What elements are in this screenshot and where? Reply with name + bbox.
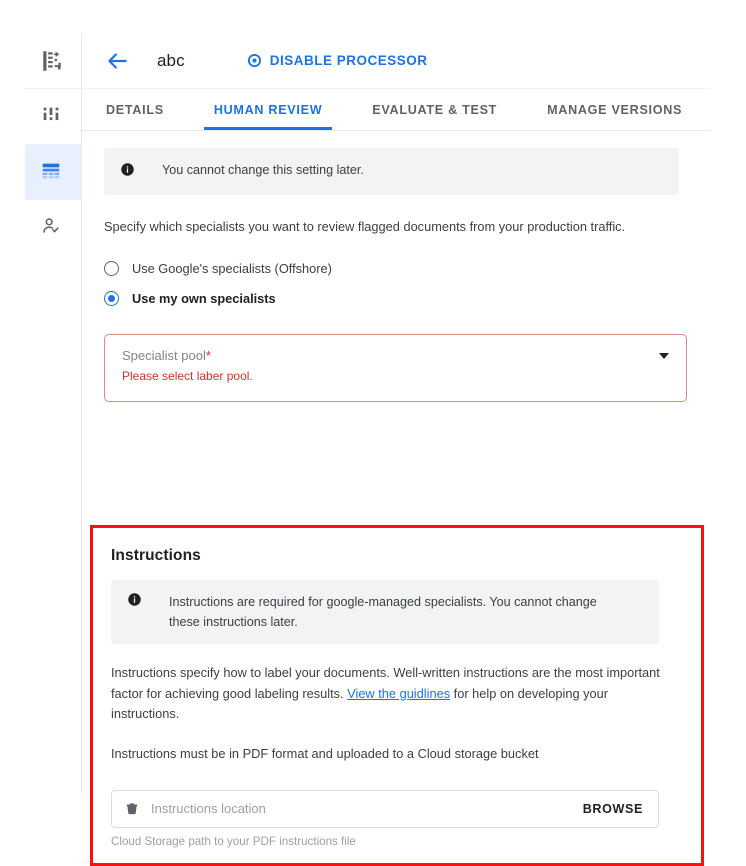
specialist-pool-select[interactable]: Specialist pool* Please select laber poo… (104, 334, 687, 402)
tab-human-review[interactable]: HUMAN REVIEW (203, 89, 333, 130)
instructions-pdf-note: Instructions must be in PDF format and u… (111, 745, 539, 761)
browse-button[interactable]: BROWSE (583, 802, 643, 816)
specialists-radio-group: Use Google's specialists (Offshore) Use … (104, 256, 710, 311)
storage-bucket-icon (124, 801, 140, 817)
specialist-pool-error: Please select laber pool. (122, 369, 253, 383)
content-panel: abc DISABLE PROCESSOR DETAILS HUMAN REVI… (82, 33, 710, 866)
specialist-pool-label-text: Specialist pool (122, 348, 206, 363)
instructions-info-banner: Instructions are required for google-man… (111, 580, 659, 644)
back-arrow-icon[interactable] (104, 48, 130, 74)
dashboard-icon (40, 104, 66, 130)
instructions-location-field[interactable]: Instructions location BROWSE (111, 789, 659, 828)
radio-circle-checked-icon (104, 291, 119, 306)
required-marker: * (205, 348, 211, 363)
specialists-description: Specify which specialists you want to re… (104, 219, 626, 234)
radio-circle-unchecked-icon (104, 261, 119, 276)
instructions-info-text: Instructions are required for google-man… (169, 595, 597, 629)
info-icon (127, 592, 142, 612)
instructions-location-placeholder: Instructions location (151, 801, 266, 816)
info-icon (120, 162, 135, 182)
human-review-panel: You cannot change this setting later. Sp… (82, 131, 710, 866)
instructions-highlight-box: Instructions Instructions are required f… (90, 525, 704, 866)
human-review-person-check-icon (40, 215, 66, 241)
radio-use-my-own-specialists[interactable]: Use my own specialists (104, 286, 710, 311)
radio-label-google-specialists: Use Google's specialists (Offshore) (132, 261, 332, 276)
radio-use-google-specialists[interactable]: Use Google's specialists (Offshore) (104, 256, 710, 281)
setting-info-text: You cannot change this setting later. (162, 163, 364, 177)
specialist-pool-label: Specialist pool* (122, 348, 669, 363)
processors-table-icon (40, 160, 66, 186)
tab-evaluate-and-test[interactable]: EVALUATE & TEST (370, 89, 499, 130)
sidebar-item-human-review[interactable] (25, 200, 81, 255)
page-toolbar: abc DISABLE PROCESSOR (82, 33, 710, 89)
sidebar-item-processors[interactable] (25, 145, 81, 200)
instructions-location-hint: Cloud Storage path to your PDF instructi… (111, 834, 356, 848)
app-root: abc DISABLE PROCESSOR DETAILS HUMAN REVI… (0, 0, 746, 866)
instructions-section-title: Instructions (111, 547, 201, 564)
stop-circle-icon (247, 53, 262, 68)
disable-processor-button[interactable]: DISABLE PROCESSOR (247, 53, 428, 68)
chevron-down-icon[interactable] (659, 353, 669, 359)
tab-details[interactable]: DETAILS (104, 89, 166, 130)
page-title: abc (157, 50, 185, 70)
tab-manage-versions[interactable]: MANAGE VERSIONS (545, 89, 684, 130)
instructions-paragraph: Instructions specify how to label your d… (111, 663, 671, 725)
setting-info-banner: You cannot change this setting later. (104, 148, 679, 195)
sidebar-item-document-processing[interactable] (25, 33, 81, 89)
document-processing-icon (40, 48, 66, 74)
radio-label-my-own-specialists: Use my own specialists (132, 291, 276, 306)
tab-bar: DETAILS HUMAN REVIEW EVALUATE & TEST MAN… (82, 89, 710, 131)
left-nav-rail (25, 33, 82, 794)
sidebar-item-dashboard[interactable] (25, 89, 81, 145)
view-guidelines-link[interactable]: View the guidlines (347, 686, 450, 701)
disable-processor-label: DISABLE PROCESSOR (269, 53, 428, 68)
